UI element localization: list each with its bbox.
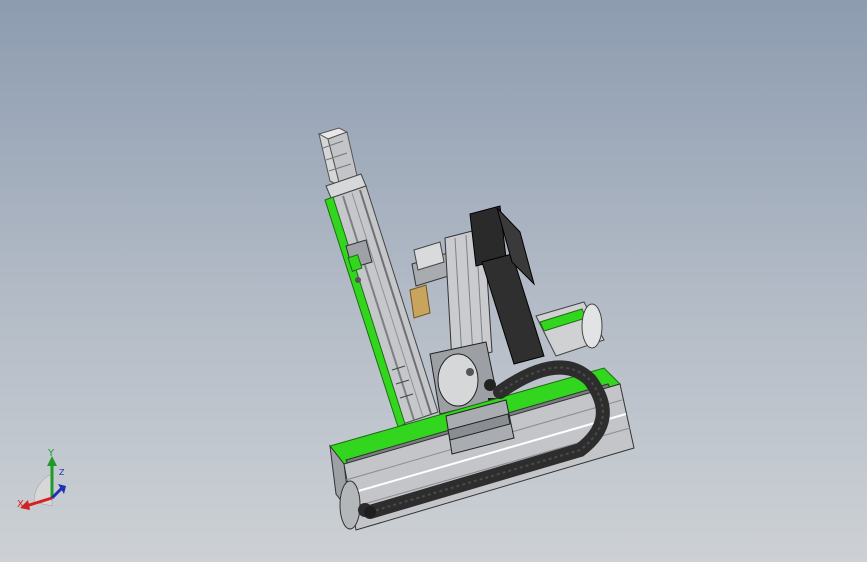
graphics-viewport[interactable]: X Y Z bbox=[0, 0, 867, 562]
y-axis-label: Y bbox=[48, 448, 55, 459]
x-axis-label: X bbox=[17, 499, 24, 510]
z-axis-label: Z bbox=[59, 468, 65, 477]
rear-horizontal-module[interactable] bbox=[535, 301, 605, 357]
reference-triad: X Y Z bbox=[12, 444, 76, 516]
gantry-assembly-model[interactable] bbox=[0, 0, 867, 562]
